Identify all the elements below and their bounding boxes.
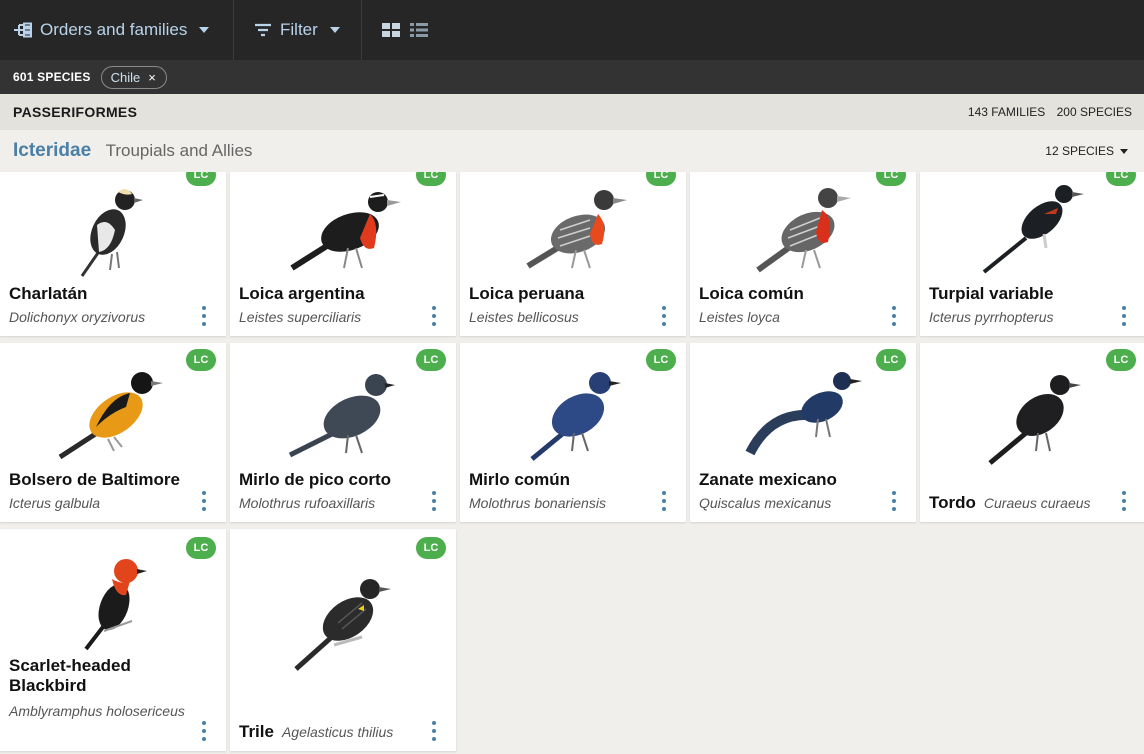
common-name: Trile <box>239 722 274 741</box>
common-name: Bolsero de Baltimore <box>9 470 180 489</box>
bird-illustration <box>294 579 391 671</box>
more-options-icon[interactable] <box>1121 491 1127 511</box>
scientific-name: Leistes superciliaris <box>239 309 362 325</box>
species-card[interactable]: LC Bolsero de Baltimore Icterus galbula <box>0 343 226 522</box>
bird-illustration <box>988 375 1081 465</box>
species-card[interactable]: LC Zanate mexicano Quiscalus mexicanus <box>690 343 916 522</box>
bird-illustration <box>84 559 147 651</box>
orders-label: Orders and families <box>40 20 188 39</box>
scientific-name: Icterus pyrrhopterus <box>929 309 1054 325</box>
family-species-dropdown[interactable]: 12 SPECIES <box>1045 144 1128 158</box>
family-title: Icteridae Troupials and Allies <box>13 140 252 162</box>
order-species-count: 200 SPECIES <box>1056 105 1132 119</box>
filter-chip: Chile × <box>100 65 167 89</box>
species-card[interactable]: LC Loica argentina Leistes superciliaris <box>230 172 456 336</box>
more-options-icon[interactable] <box>431 491 437 511</box>
scientific-name: Curaeus curaeus <box>983 495 1091 511</box>
top-toolbar: Orders and families Filter <box>0 0 1144 60</box>
card-names: Tordo Curaeus curaeus <box>929 493 1091 513</box>
species-card[interactable]: LC Charlatán Dolichonyx oryzivorus <box>0 172 226 336</box>
common-name: Loica común <box>699 284 804 303</box>
family-header: Icteridae Troupials and Allies 12 SPECIE… <box>0 130 1144 172</box>
filter-label: Filter <box>280 20 318 39</box>
bird-illustration <box>58 372 163 460</box>
more-options-icon[interactable] <box>201 306 207 326</box>
taxonomy-tree-icon <box>12 19 34 41</box>
species-card[interactable]: LC Scarlet-headed Blackbird Amblyramphus… <box>0 529 226 751</box>
species-card[interactable]: LC Mirlo común Molothrus bonariensis <box>460 343 686 522</box>
common-name: Tordo <box>929 493 976 512</box>
view-toggles <box>362 0 428 60</box>
common-name: Zanate mexicano <box>699 470 837 489</box>
card-names: Trile Agelasticus thilius <box>239 721 393 744</box>
more-options-icon[interactable] <box>661 491 667 511</box>
more-options-icon[interactable] <box>1121 306 1127 326</box>
bird-illustration <box>526 190 627 269</box>
scientific-name: Dolichonyx oryzivorus <box>9 309 146 325</box>
bird-illustration <box>982 185 1084 274</box>
bird-illustration <box>290 192 401 271</box>
species-count: 601 SPECIES <box>13 70 91 84</box>
close-icon[interactable]: × <box>148 70 156 85</box>
family-common-name: Troupials and Allies <box>105 141 253 160</box>
more-options-icon[interactable] <box>891 306 897 326</box>
species-card[interactable]: LC Loica común Leistes loyca <box>690 172 916 336</box>
bird-illustration <box>80 188 143 277</box>
orders-and-families-button[interactable]: Orders and families <box>0 0 234 60</box>
scientific-name: Leistes bellicosus <box>469 309 579 325</box>
filter-button[interactable]: Filter <box>234 0 362 60</box>
scientific-name: Icterus galbula <box>9 495 101 511</box>
chevron-down-icon <box>329 27 340 33</box>
order-name: PASSERIFORMES <box>13 104 138 120</box>
species-card[interactable]: LC Loica peruana Leistes bellicosus <box>460 172 686 336</box>
scientific-name: Amblyramphus holosericeus <box>9 703 185 719</box>
grid-view-icon[interactable] <box>382 23 400 37</box>
order-stats: 143 FAMILIES 200 SPECIES <box>968 105 1132 119</box>
scientific-name: Quiscalus mexicanus <box>699 495 832 511</box>
common-name: Charlatán <box>9 284 88 303</box>
bird-illustration <box>288 374 395 458</box>
more-options-icon[interactable] <box>201 721 207 741</box>
chevron-down-icon <box>1120 148 1128 154</box>
families-count: 143 FAMILIES <box>967 105 1046 119</box>
family-name[interactable]: Icteridae <box>13 140 91 161</box>
scientific-name: Leistes loyca <box>699 309 780 325</box>
species-card[interactable]: LC Tordo Curaeus curaeus <box>920 343 1144 522</box>
scientific-name: Molothrus rufoaxillaris <box>239 495 376 511</box>
more-options-icon[interactable] <box>431 306 437 326</box>
common-name: Loica peruana <box>469 284 585 303</box>
filter-summary-bar: 601 SPECIES Chile × <box>0 60 1144 94</box>
common-name: Scarlet-headed Blackbird <box>9 656 131 695</box>
species-card[interactable]: LC Turpial variable Icterus pyrrhopterus <box>920 172 1144 336</box>
bird-illustration <box>756 188 851 273</box>
more-options-icon[interactable] <box>201 491 207 511</box>
order-header: PASSERIFORMES 143 FAMILIES 200 SPECIES <box>0 94 1144 130</box>
species-card[interactable]: LC Trile Agelasticus thilius <box>230 529 456 751</box>
common-name: Mirlo común <box>469 470 571 489</box>
more-options-icon[interactable] <box>661 306 667 326</box>
common-name: Loica argentina <box>239 284 365 303</box>
species-card[interactable]: LC Mirlo de pico corto Molothrus rufoaxi… <box>230 343 456 522</box>
bird-illustration <box>745 372 862 456</box>
list-view-icon[interactable] <box>410 23 428 37</box>
scientific-name: Agelasticus thilius <box>281 724 394 740</box>
more-options-icon[interactable] <box>891 491 897 511</box>
common-name: Turpial variable <box>929 284 1054 303</box>
chevron-down-icon <box>199 27 210 33</box>
common-name: Mirlo de pico corto <box>239 470 392 489</box>
more-options-icon[interactable] <box>431 721 437 741</box>
family-species-count: 12 SPECIES <box>1045 144 1114 158</box>
bird-illustration <box>530 372 621 461</box>
scientific-name: Molothrus bonariensis <box>469 495 606 511</box>
filter-icon <box>252 19 274 41</box>
filter-chip-label: Chile <box>110 69 141 85</box>
